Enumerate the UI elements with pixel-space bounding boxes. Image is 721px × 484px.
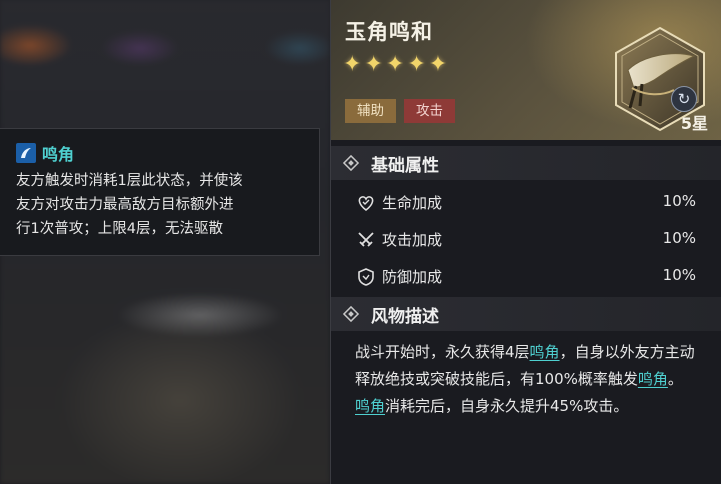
crossed-swords-icon	[358, 232, 374, 247]
star-rating: ✦ ✦ ✦ ✦ ✦	[343, 52, 450, 77]
tooltip-description: 友方触发时消耗1层此状态，并使该 友方对攻击力最高敌方目标额外进 行1次普攻；上…	[16, 169, 312, 241]
diamond-icon	[343, 155, 359, 171]
status-tooltip: 鸣角 友方触发时消耗1层此状态，并使该 友方对攻击力最高敌方目标额外进 行1次普…	[0, 128, 320, 256]
horn-icon	[16, 143, 36, 163]
lore-text: 。	[667, 370, 683, 388]
tag-attack: 攻击	[404, 99, 455, 123]
diamond-icon	[343, 306, 359, 322]
refresh-icon[interactable]: ↻	[671, 86, 697, 112]
tooltip-header: 鸣角	[16, 141, 74, 165]
star-icon: ✦	[428, 52, 448, 77]
star-icon: ✦	[343, 52, 362, 77]
item-name: 玉角鸣和	[345, 20, 433, 44]
basic-attributes-header: 基础属性	[331, 146, 721, 180]
keyword-link[interactable]: 鸣角	[638, 370, 668, 388]
background-strip	[0, 0, 330, 100]
stat-label: 攻击加成	[382, 231, 443, 249]
tooltip-line: 行1次普攻；上限4层，无法驱散	[16, 221, 223, 237]
lore-description: 战斗开始时，永久获得4层鸣角，自身以外友方主动释放绝技或突破技能后，有100%概…	[355, 339, 707, 420]
tooltip-line: 友方对攻击力最高敌方目标额外进	[16, 197, 234, 213]
tooltip-line: 友方触发时消耗1层此状态，并使该	[16, 173, 243, 189]
stat-row-defense: 防御加成 10%	[331, 261, 721, 291]
star-icon: ✦	[364, 52, 383, 77]
shield-icon	[358, 268, 374, 286]
star-icon: ✦	[385, 52, 405, 77]
item-detail-panel: 玉角鸣和 ✦ ✦ ✦ ✦ ✦ 辅助 攻击 ↻ 5星 基础属性 生命加成 10% …	[330, 0, 721, 484]
lore-text: 消耗完后，自身永久提升45%攻击。	[385, 397, 629, 415]
lore-header: 风物描述	[331, 297, 721, 331]
stat-value: 10%	[662, 229, 696, 247]
lore-title: 风物描述	[371, 307, 439, 327]
stat-label: 防御加成	[382, 268, 443, 286]
item-header: 玉角鸣和 ✦ ✦ ✦ ✦ ✦ 辅助 攻击 ↻ 5星	[331, 0, 721, 140]
stat-value: 10%	[662, 192, 696, 210]
stat-row-attack: 攻击加成 10%	[331, 224, 721, 254]
heart-icon	[358, 196, 374, 212]
stat-value: 10%	[662, 266, 696, 284]
keyword-link[interactable]: 鸣角	[355, 397, 385, 415]
grade-label: 5星	[680, 114, 708, 133]
tooltip-title: 鸣角	[42, 145, 75, 164]
stat-row-hp: 生命加成 10%	[331, 187, 721, 217]
basic-attributes-title: 基础属性	[371, 156, 439, 176]
keyword-link[interactable]: 鸣角	[530, 343, 560, 361]
star-icon: ✦	[407, 52, 426, 77]
lore-text: 战斗开始时，永久获得4层	[355, 343, 530, 361]
stat-label: 生命加成	[382, 194, 443, 212]
tag-list: 辅助 攻击	[345, 99, 463, 123]
tag-support: 辅助	[345, 99, 396, 123]
